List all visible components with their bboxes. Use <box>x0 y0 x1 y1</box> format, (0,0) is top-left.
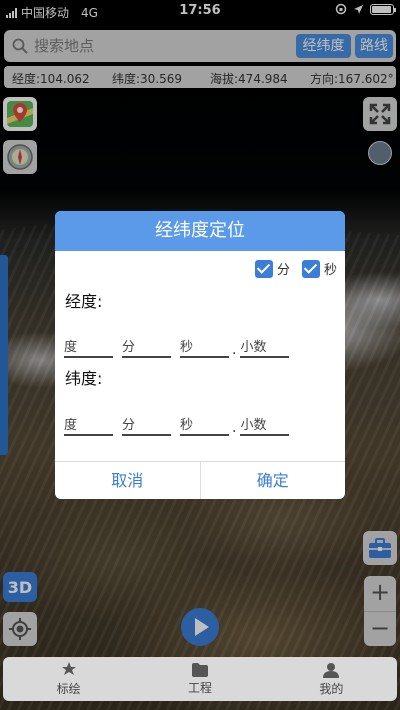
tab-mine-label: 我的 <box>319 681 344 696</box>
tab-mine[interactable]: 我的 <box>266 657 397 701</box>
latitude-minute-input[interactable] <box>122 416 171 436</box>
latitude-fields: . <box>64 416 298 436</box>
latitude-second-input[interactable] <box>180 416 229 436</box>
longitude-label: 经度: <box>65 292 103 311</box>
latitude-decimal-input[interactable] <box>240 416 290 436</box>
seconds-checkbox-label: 秒 <box>323 263 337 278</box>
latitude-label: 纬度: <box>65 369 103 388</box>
confirm-button[interactable]: 确定 <box>199 462 346 499</box>
dialog-title: 经纬度定位 <box>55 211 345 251</box>
minutes-checkbox-label: 分 <box>276 263 290 278</box>
minutes-checkbox[interactable] <box>254 259 273 278</box>
longitude-minute-input[interactable] <box>122 338 171 358</box>
folder-icon <box>191 662 208 677</box>
tab-project[interactable]: 工程 <box>134 657 265 701</box>
tab-plot[interactable]: 标绘 <box>3 657 134 701</box>
plot-icon <box>61 661 76 675</box>
longitude-degree-input[interactable] <box>64 338 113 358</box>
user-icon <box>323 662 340 678</box>
minutes-checkbox-option[interactable]: 分 <box>254 259 290 278</box>
latlng-dialog: 经纬度定位 分 秒 经度: . 纬度: . 取消 确定 <box>55 211 345 499</box>
tab-plot-label: 标绘 <box>56 681 81 696</box>
decimal-point: . <box>232 342 237 358</box>
cancel-button[interactable]: 取消 <box>55 462 200 499</box>
longitude-fields: . <box>64 338 298 358</box>
latitude-degree-input[interactable] <box>64 416 113 436</box>
dialog-footer: 取消 确定 <box>55 461 345 499</box>
format-options: 分 秒 <box>254 259 337 278</box>
bottom-tab-bar: 标绘 工程 我的 <box>3 657 397 701</box>
decimal-point: . <box>232 420 237 436</box>
seconds-checkbox-option[interactable]: 秒 <box>301 259 337 278</box>
longitude-decimal-input[interactable] <box>240 338 290 358</box>
tab-project-label: 工程 <box>187 680 212 695</box>
seconds-checkbox[interactable] <box>301 259 320 278</box>
longitude-second-input[interactable] <box>180 338 229 358</box>
